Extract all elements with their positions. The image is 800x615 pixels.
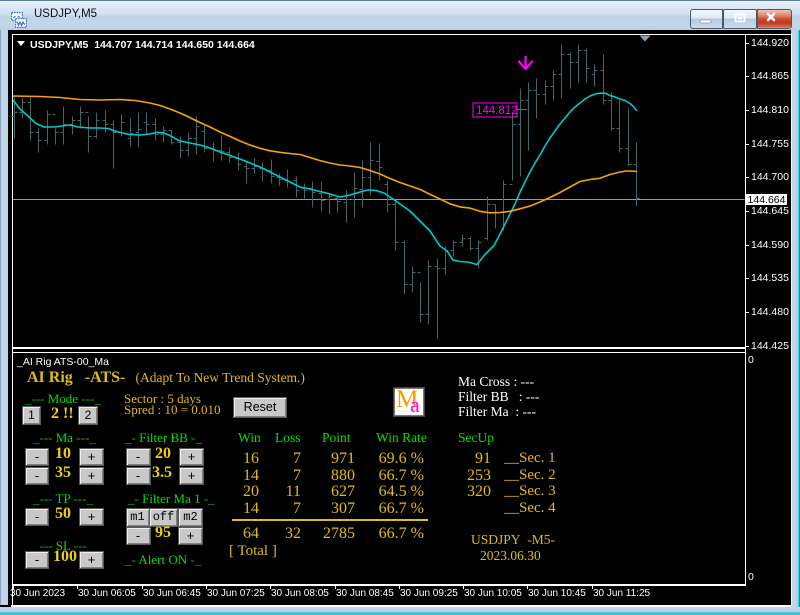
svg-text:144.812: 144.812 [476,105,518,117]
